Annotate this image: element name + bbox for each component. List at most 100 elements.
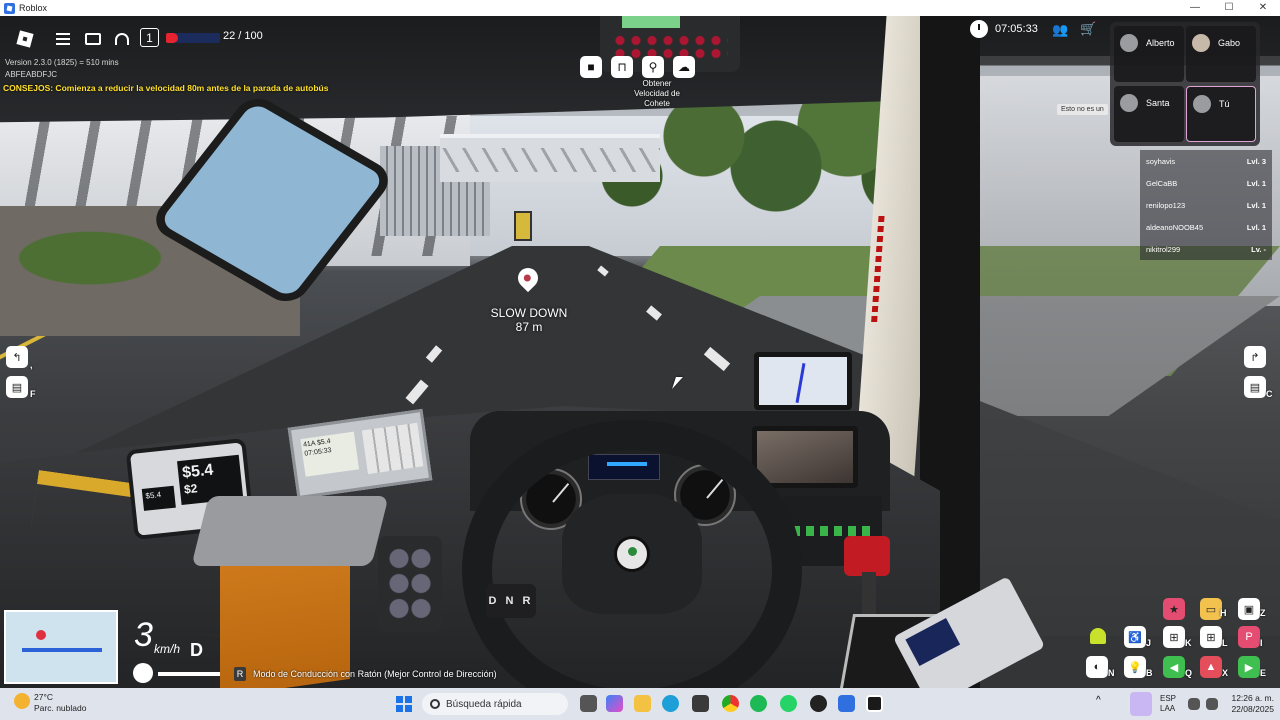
turn-signal-icon: ↱ [1250,351,1260,364]
key-hint: H [1220,608,1227,618]
game-viewport[interactable]: D N R 41A $5.4 07:05:33 $5.4 $2 $5.4 [0,16,1280,688]
door-camera-screen [752,426,858,488]
weather-icon [14,693,30,709]
player-name: Tú [1219,99,1230,109]
red-door-lever[interactable] [844,536,890,576]
door-icon: ⊞ [1169,631,1179,644]
start-button[interactable] [396,696,412,712]
hazard-left-button[interactable]: ▤ [6,376,28,398]
maximize-button[interactable]: ☐ [1212,0,1246,16]
indicator-left-button[interactable]: ◀ [1163,656,1185,678]
hamburger-menu-button[interactable] [52,28,74,50]
player-tile[interactable]: Gabo [1186,26,1256,82]
avatar [1192,34,1210,52]
player-tile-self[interactable]: Tú [1186,86,1256,142]
bell-icon[interactable] [1090,628,1106,644]
bus-door-button[interactable]: ▣ [1238,598,1260,620]
ticket-machine-screen: 41A $5.4 07:05:33 [300,431,360,477]
lb-player-name: soyhavis [1146,156,1176,166]
pedestrian-bridge [440,134,660,182]
system-clock[interactable]: 12:26 a. m. 22/08/2025 [1228,693,1274,715]
voice-button[interactable] [111,28,133,50]
hazard-button[interactable]: ▲ [1200,656,1222,678]
shop-cart-icon[interactable]: 🛒 [1080,21,1096,37]
chrome-icon[interactable] [722,695,739,712]
wheelchair-button[interactable]: ♿ [1124,626,1146,648]
star-icon: ★ [1169,603,1179,616]
edge-icon[interactable] [662,695,679,712]
weather-button[interactable]: ☁ [673,56,695,78]
seat-icon: ⊓ [617,60,627,74]
minimap[interactable] [4,610,118,684]
rating-button[interactable]: ★ [1163,598,1185,620]
bus-icon: ▣ [1243,603,1255,616]
close-button[interactable]: ✕ [1246,0,1280,16]
minimize-button[interactable]: — [1178,0,1212,16]
top-center-toolbar: ■ ⊓ ⚲ ☁ [580,56,695,78]
volume-icon[interactable] [1206,698,1218,710]
roblox-menu-button[interactable] [14,28,36,50]
ticket-machine-keypad[interactable] [361,422,424,475]
leaderboard-row[interactable]: GelCaBB Lvl. 1 [1140,172,1272,194]
speed-unit: km/h [154,642,181,656]
app-icon[interactable] [810,695,827,712]
roblox-icon[interactable] [866,695,883,712]
chat-button[interactable] [82,28,104,50]
voice-players-panel: Alberto Gabo Santa Tú [1110,22,1260,146]
spotify-icon[interactable] [750,695,767,712]
whatsapp-icon[interactable] [780,695,797,712]
player-name: Alberto [1146,38,1175,48]
lightbulb-button[interactable]: 💡 [1124,656,1146,678]
avatar [1120,34,1138,52]
signal-left-button[interactable]: ↰ [6,346,28,368]
search-icon [430,699,440,709]
tickets-button[interactable]: ▭ [1200,598,1222,620]
language-indicator[interactable]: ESP LAA [1160,694,1176,714]
door-rear-button[interactable]: ⊞ [1200,626,1222,648]
tip-text: CONSEJOS: Comienza a reducir la velocida… [3,83,329,93]
gear-selector[interactable]: D N R [486,584,536,618]
file-explorer-icon[interactable] [634,695,651,712]
task-view-icon[interactable] [580,695,597,712]
store-icon[interactable] [692,695,709,712]
arrow-right-icon: ▶ [1244,661,1254,674]
network-icon[interactable] [1188,698,1200,710]
chat-icon [85,33,101,45]
bus-icon[interactable] [133,663,153,683]
taskbar-search[interactable]: Búsqueda rápida [422,693,568,715]
window-controls: — ☐ ✕ [1178,0,1280,16]
door-front-button[interactable]: ⊞ [1163,626,1185,648]
left-control-panel [378,536,442,632]
rocket-speed-button[interactable]: ⚲ [642,56,664,78]
camera-right-button[interactable]: ▤ [1244,376,1266,398]
ticket-icon: ▭ [1205,603,1217,616]
headlights-button[interactable]: ◐ [1086,656,1108,678]
waypoint-marker [513,263,543,294]
roblox-studio-icon[interactable] [838,695,855,712]
indicator-right-button[interactable]: ▶ [1238,656,1260,678]
leaderboard-row[interactable]: aldeanoNOOB45 Lvl. 1 [1140,216,1272,238]
version-text: Version 2.3.0 (1825) = 510 mins [5,58,119,67]
player-tile[interactable]: Alberto [1114,26,1184,82]
leaderboard-row[interactable]: soyhavis Lvl. 3 [1140,150,1272,172]
leaderboard-row[interactable]: renilopo123 Lvl. 1 [1140,194,1272,216]
driving-mode-text[interactable]: Modo de Conducción con Ratón (Mejor Cont… [253,669,497,679]
bus-ahead [514,211,532,241]
headset-icon [115,33,129,45]
signal-right-button[interactable]: ↱ [1244,346,1266,368]
health-bar [166,33,220,43]
parking-brake-button[interactable]: P [1238,626,1260,648]
wheelchair-icon: ♿ [1128,631,1142,644]
copilot-icon[interactable] [606,695,623,712]
fare-small-display: $5.4 [141,485,176,511]
weather-widget[interactable]: 27°C Parc. nublado [14,692,86,714]
waypoint-label: SLOW DOWN 87 m [480,306,578,334]
seat-button[interactable]: ⊓ [611,56,633,78]
leaderboard-row[interactable]: nikitrol299 Lv. - [1140,238,1272,260]
camera-toggle-button[interactable]: ■ [580,56,602,78]
player-count-badge[interactable]: 1 [140,28,159,47]
tray-chevron-icon[interactable]: ^ [1096,695,1106,712]
microphone-icon[interactable] [1130,692,1152,716]
player-tile[interactable]: Santa [1114,86,1184,142]
people-icon[interactable]: 👥 [1052,22,1068,38]
